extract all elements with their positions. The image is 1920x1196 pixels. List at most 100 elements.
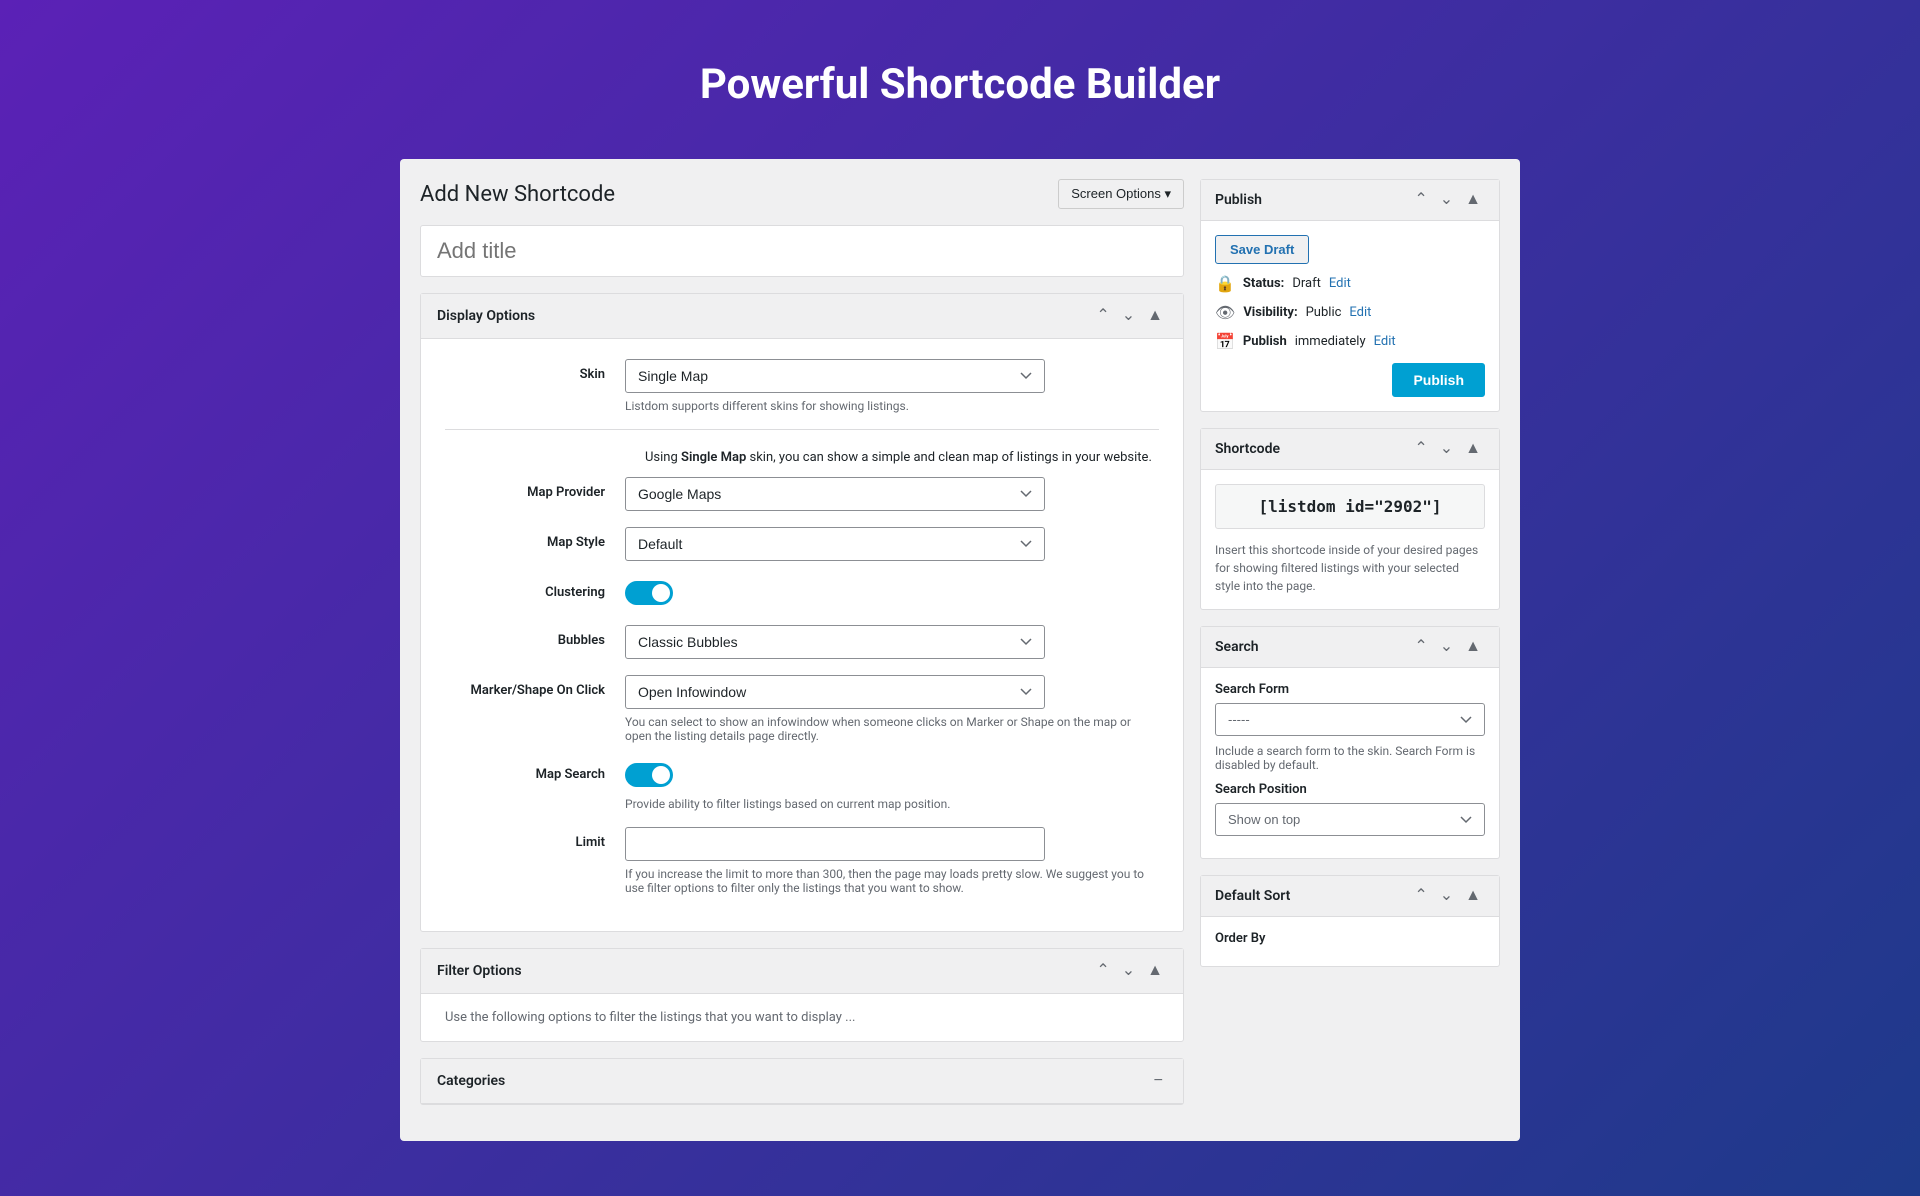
- marker-row: Marker/Shape On Click Open Infowindow Yo…: [445, 675, 1159, 743]
- map-style-label: Map Style: [445, 527, 625, 550]
- shortcode-panel-body: [listdom id="2902"] Insert this shortcod…: [1201, 470, 1499, 609]
- skin-label: Skin: [445, 359, 625, 382]
- search-collapse-toggle[interactable]: ▲: [1461, 637, 1485, 657]
- default-sort-body: Order By: [1201, 917, 1499, 966]
- publish-panel: Publish ⌃ ⌄ ▲ Save Draft 🔒 Status: Draft…: [1200, 179, 1500, 412]
- default-sort-collapse-down[interactable]: ⌄: [1436, 886, 1457, 906]
- collapse-down-button[interactable]: ⌄: [1118, 306, 1139, 326]
- default-sort-header: Default Sort ⌃ ⌄ ▲: [1201, 876, 1499, 917]
- status-edit-link[interactable]: Edit: [1329, 276, 1351, 291]
- shortcode-panel-title: Shortcode: [1215, 441, 1280, 457]
- default-sort-collapse-up[interactable]: ⌃: [1410, 886, 1431, 906]
- map-provider-label: Map Provider: [445, 477, 625, 500]
- marker-hint: You can select to show an infowindow whe…: [625, 715, 1159, 743]
- shortcode-collapse-up[interactable]: ⌃: [1410, 439, 1431, 459]
- publish-collapse-toggle[interactable]: ▲: [1461, 190, 1485, 210]
- filter-panel-controls: ⌃ ⌄ ▲: [1092, 961, 1167, 981]
- visibility-row: 👁 Visibility: Public Edit: [1215, 303, 1485, 322]
- default-sort-panel: Default Sort ⌃ ⌄ ▲ Order By: [1200, 875, 1500, 967]
- skin-info-text: Using Single Map skin, you can show a si…: [445, 442, 1159, 477]
- map-style-field: Default: [625, 527, 1159, 561]
- filter-options-header: Filter Options ⌃ ⌄ ▲: [421, 949, 1183, 994]
- search-collapse-up[interactable]: ⌃: [1410, 637, 1431, 657]
- publish-panel-body: Save Draft 🔒 Status: Draft Edit 👁 Visibi…: [1201, 221, 1499, 411]
- clustering-row: Clustering: [445, 577, 1159, 609]
- clustering-field: [625, 577, 1159, 609]
- limit-hint: If you increase the limit to more than 3…: [625, 867, 1159, 895]
- limit-input[interactable]: 300: [625, 827, 1045, 861]
- shortcode-collapse-toggle[interactable]: ▲: [1461, 439, 1485, 459]
- map-search-field: Provide ability to filter listings based…: [625, 759, 1159, 811]
- search-panel-body: Search Form ----- Include a search form …: [1201, 668, 1499, 858]
- publish-collapse-up[interactable]: ⌃: [1410, 190, 1431, 210]
- search-collapse-down[interactable]: ⌄: [1436, 637, 1457, 657]
- search-position-label: Search Position: [1215, 782, 1485, 797]
- screen-options-button[interactable]: Screen Options ▾: [1058, 179, 1184, 209]
- filter-options-body: Use the following options to filter the …: [421, 994, 1183, 1041]
- marker-label: Marker/Shape On Click: [445, 675, 625, 698]
- filter-collapse-down[interactable]: ⌄: [1118, 961, 1139, 981]
- collapse-toggle-button[interactable]: ▲: [1143, 306, 1167, 326]
- panel-controls: ⌃ ⌄ ▲: [1092, 306, 1167, 326]
- clustering-toggle[interactable]: [625, 581, 673, 605]
- page-title: Add New Shortcode: [420, 182, 615, 207]
- display-options-title: Display Options: [437, 308, 535, 324]
- categories-panel: Categories −: [420, 1058, 1184, 1105]
- search-panel-title: Search: [1215, 639, 1259, 655]
- filter-collapse-up[interactable]: ⌃: [1092, 961, 1113, 981]
- visibility-edit-link[interactable]: Edit: [1349, 305, 1371, 320]
- hero-title: Powerful Shortcode Builder: [0, 0, 1920, 159]
- order-by-label: Order By: [1215, 931, 1485, 946]
- limit-label: Limit: [445, 827, 625, 850]
- filter-collapse-toggle[interactable]: ▲: [1143, 961, 1167, 981]
- skin-select[interactable]: Single Map: [625, 359, 1045, 393]
- shortcode-desc: Insert this shortcode inside of your des…: [1215, 541, 1485, 595]
- marker-field: Open Infowindow You can select to show a…: [625, 675, 1159, 743]
- map-search-slider: [625, 763, 673, 787]
- publish-panel-controls: ⌃ ⌄ ▲: [1410, 190, 1485, 210]
- map-search-label: Map Search: [445, 759, 625, 782]
- map-style-select[interactable]: Default: [625, 527, 1045, 561]
- publish-time-row: 📅 Publish immediately Edit: [1215, 332, 1485, 351]
- map-style-row: Map Style Default: [445, 527, 1159, 561]
- page-header: Add New Shortcode Screen Options ▾: [420, 179, 1184, 209]
- publish-button[interactable]: Publish: [1392, 363, 1485, 397]
- shortcode-box: [listdom id="2902"]: [1215, 484, 1485, 529]
- status-icon: 🔒: [1215, 274, 1235, 293]
- publish-time-icon: 📅: [1215, 332, 1235, 351]
- default-sort-collapse-toggle[interactable]: ▲: [1461, 886, 1485, 906]
- publish-panel-title: Publish: [1215, 192, 1262, 208]
- map-provider-select[interactable]: Google Maps: [625, 477, 1045, 511]
- publish-collapse-down[interactable]: ⌄: [1436, 190, 1457, 210]
- map-search-row: Map Search Provide ability to filter lis…: [445, 759, 1159, 811]
- publish-panel-header: Publish ⌃ ⌄ ▲: [1201, 180, 1499, 221]
- status-row: 🔒 Status: Draft Edit: [1215, 274, 1485, 293]
- display-options-panel: Display Options ⌃ ⌄ ▲ Skin Single Map Li…: [420, 293, 1184, 932]
- visibility-label: Visibility:: [1243, 305, 1297, 320]
- categories-collapse-toggle[interactable]: −: [1150, 1071, 1167, 1091]
- visibility-value: Public: [1306, 305, 1342, 320]
- publish-label: Publish: [1243, 334, 1287, 349]
- publish-time-edit-link[interactable]: Edit: [1374, 334, 1396, 349]
- title-input[interactable]: [420, 225, 1184, 277]
- search-panel-controls: ⌃ ⌄ ▲: [1410, 637, 1485, 657]
- search-form-desc: Include a search form to the skin. Searc…: [1215, 744, 1485, 772]
- status-value: Draft: [1292, 276, 1321, 291]
- save-draft-button[interactable]: Save Draft: [1215, 235, 1309, 264]
- visibility-icon: 👁: [1215, 303, 1235, 322]
- skin-field: Single Map Listdom supports different sk…: [625, 359, 1159, 413]
- collapse-up-button[interactable]: ⌃: [1092, 306, 1113, 326]
- sidebar: Publish ⌃ ⌄ ▲ Save Draft 🔒 Status: Draft…: [1200, 179, 1500, 983]
- bubbles-select[interactable]: Classic Bubbles: [625, 625, 1045, 659]
- filter-hint: Use the following options to filter the …: [445, 1010, 1159, 1025]
- skin-row: Skin Single Map Listdom supports differe…: [445, 359, 1159, 413]
- map-search-toggle[interactable]: [625, 763, 673, 787]
- bubbles-row: Bubbles Classic Bubbles: [445, 625, 1159, 659]
- shortcode-collapse-down[interactable]: ⌄: [1436, 439, 1457, 459]
- search-form-select[interactable]: -----: [1215, 703, 1485, 736]
- map-provider-field: Google Maps: [625, 477, 1159, 511]
- search-panel: Search ⌃ ⌄ ▲ Search Form ----- Include a…: [1200, 626, 1500, 859]
- search-position-select[interactable]: Show on top: [1215, 803, 1485, 836]
- default-sort-controls: ⌃ ⌄ ▲: [1410, 886, 1485, 906]
- marker-select[interactable]: Open Infowindow: [625, 675, 1045, 709]
